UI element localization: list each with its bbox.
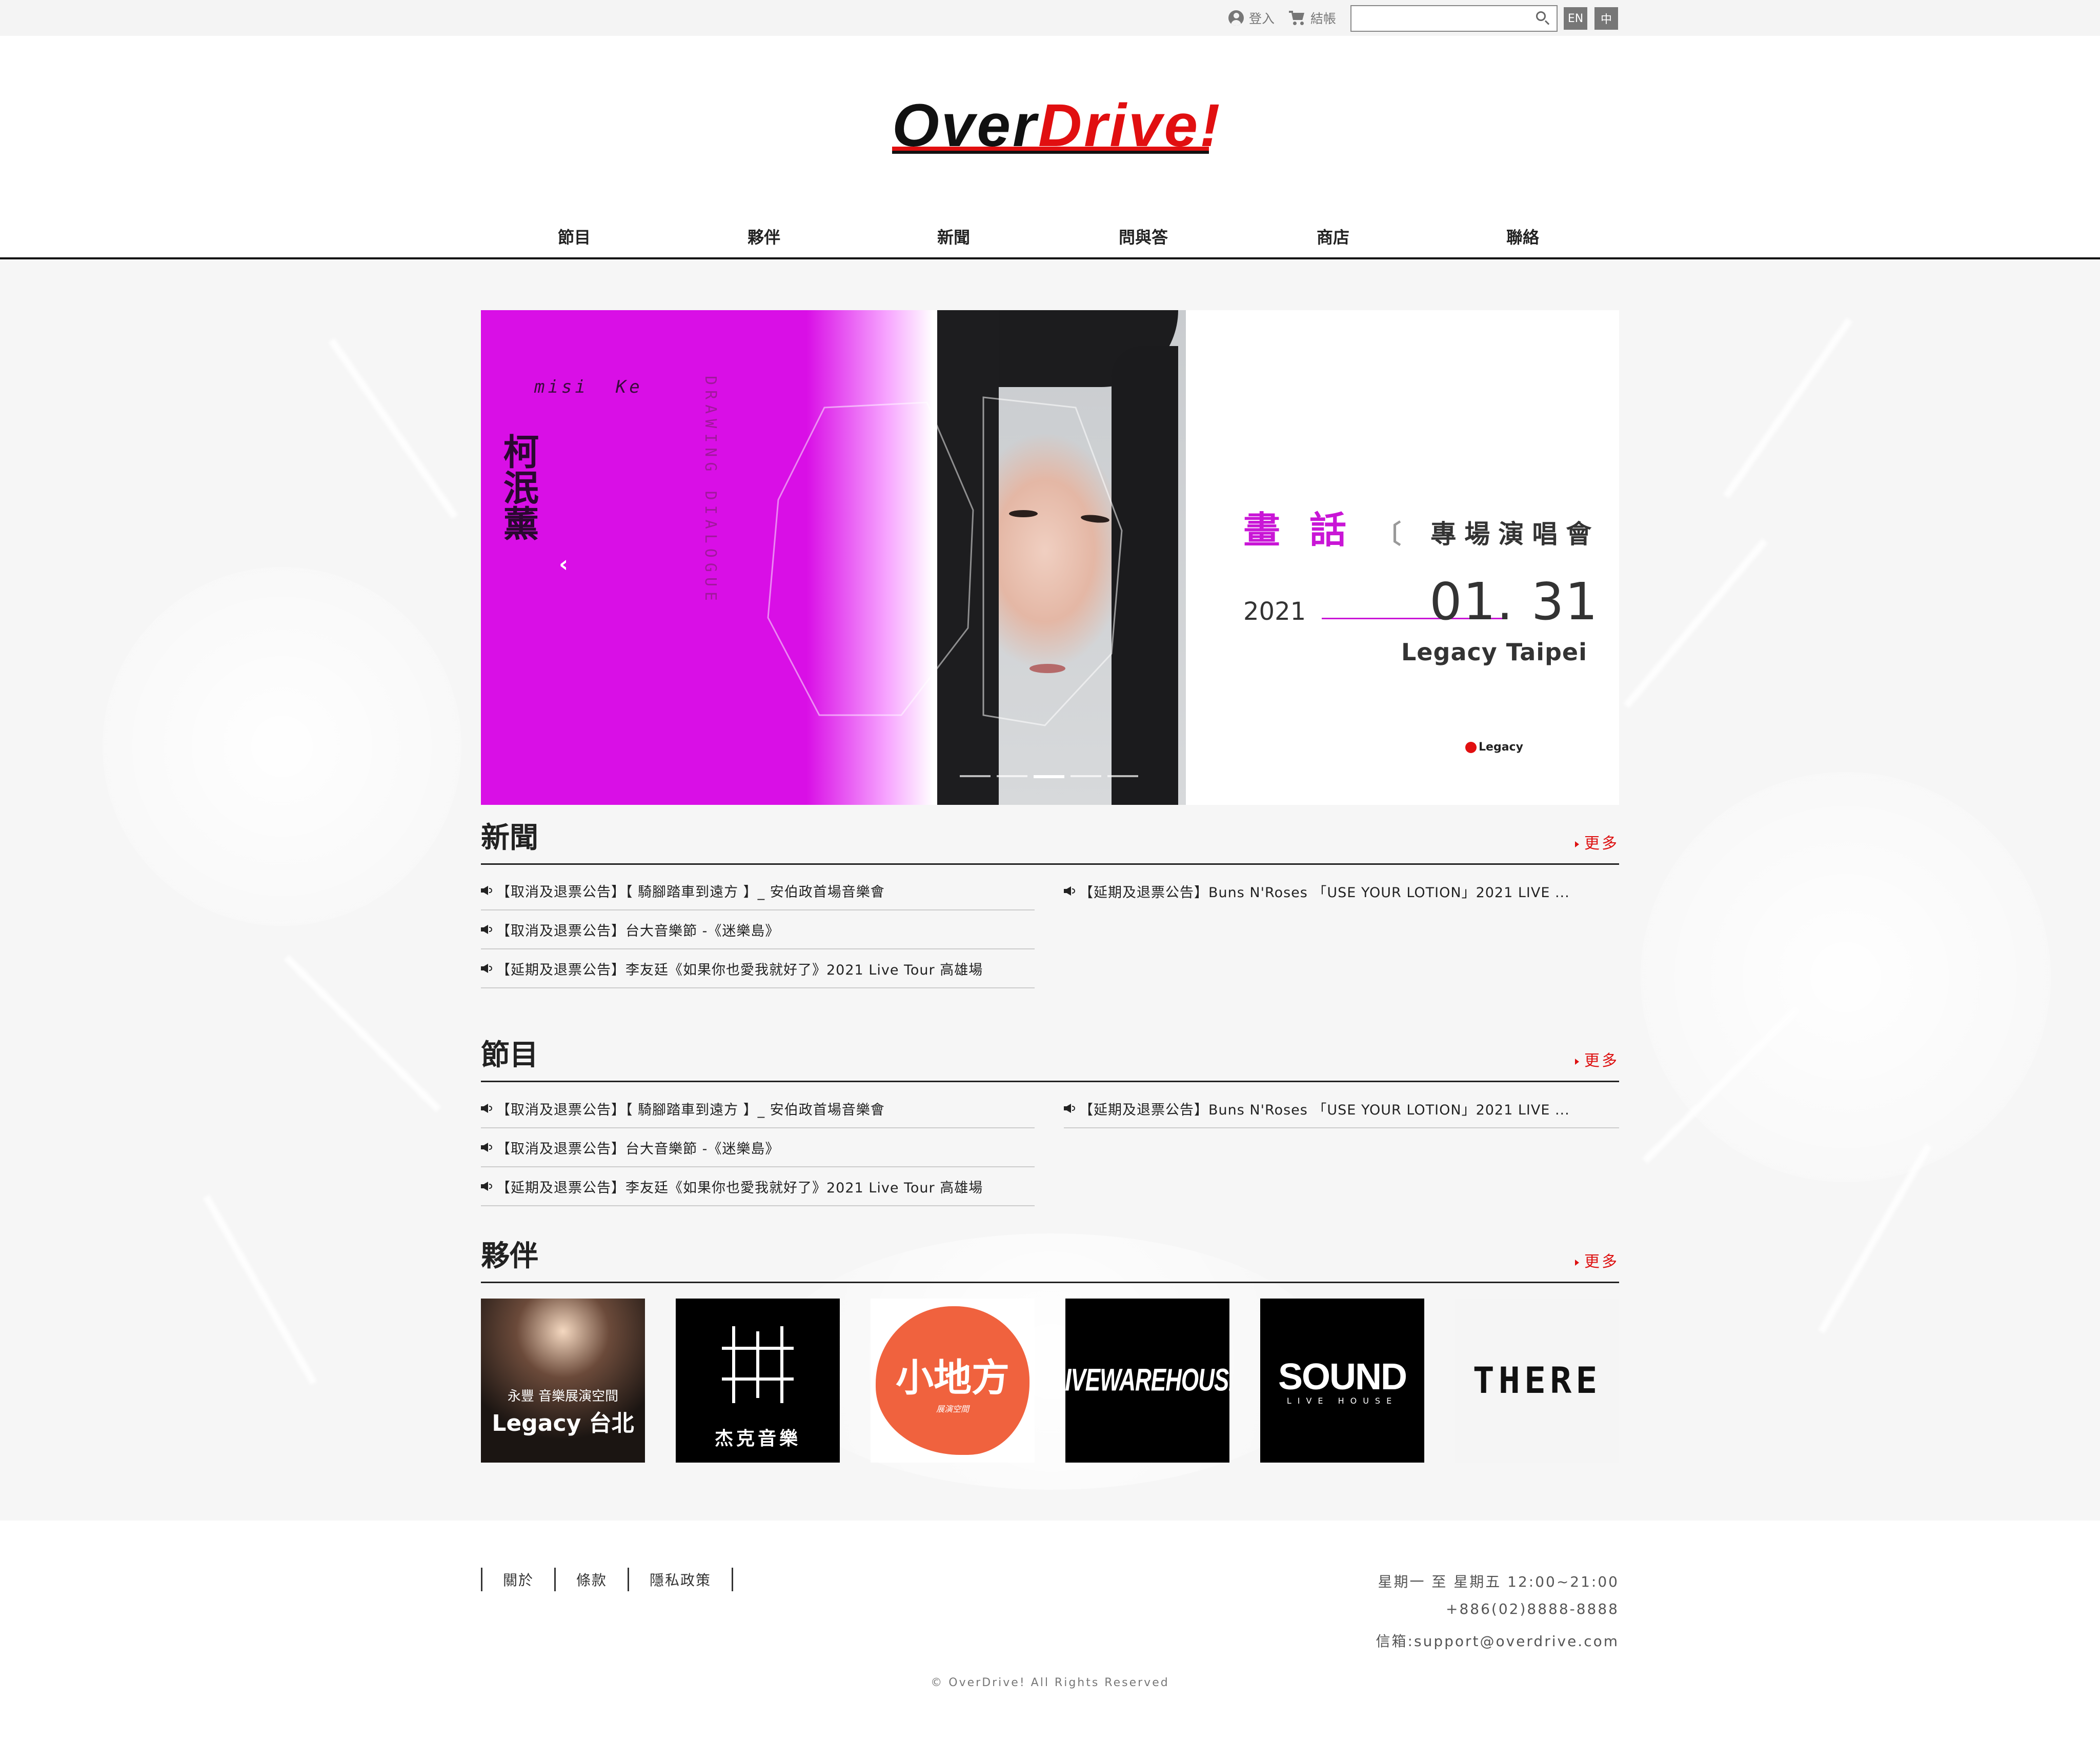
artist-name-zh: 柯泯薰 — [497, 433, 568, 541]
partners-section-header: 夥伴 更多 — [481, 1237, 1619, 1283]
nav-news[interactable]: 新聞 — [902, 225, 1005, 248]
programs-section-title: 節目 — [481, 1039, 538, 1072]
program-item[interactable]: 【延期及退票公告】Buns N'Roses 「USE YOUR LOTION」2… — [1064, 1089, 1619, 1128]
programs-more-link[interactable]: 更多 — [1575, 1048, 1619, 1070]
concert-venue: Legacy Taipei — [1401, 638, 1587, 666]
footer-divider — [732, 1568, 734, 1591]
concert-title-main: 畫 話 — [1243, 509, 1355, 552]
partner-legacy[interactable]: 永豐 音樂展演空間 Legacy 台北 — [481, 1299, 645, 1463]
nav-faq[interactable]: 問與答 — [1092, 225, 1195, 248]
login-label: 登入 — [1249, 11, 1275, 26]
checkout-link[interactable]: 結帳 — [1289, 0, 1336, 36]
lang-en-button[interactable]: EN — [1564, 7, 1587, 30]
arrow-right-icon — [1575, 1058, 1579, 1065]
news-item[interactable]: 【取消及退票公告】【 騎腳踏車到遠方 】_ 安伯政首場音樂會 — [481, 872, 1035, 910]
program-item[interactable]: 【延期及退票公告】李友廷《如果你也愛我就好了》2021 Live Tour 高雄… — [481, 1167, 1035, 1206]
footer-links: 關於 條款 隱私政策 — [481, 1568, 734, 1591]
arrow-right-icon — [1575, 841, 1579, 847]
news-more-link[interactable]: 更多 — [1575, 830, 1619, 853]
concert-year: 2021 — [1243, 597, 1306, 626]
nav-partners[interactable]: 夥伴 — [713, 225, 815, 248]
copyright: © OverDrive! All Rights Reserved — [931, 1676, 1169, 1689]
checkout-label: 結帳 — [1310, 11, 1337, 26]
concert-date: 01. 31 — [1429, 572, 1599, 632]
news-item[interactable]: 【取消及退票公告】台大音樂節 -《迷樂島》 — [481, 910, 1035, 949]
search-input[interactable] — [1351, 6, 1526, 31]
speaker-icon — [1064, 1103, 1076, 1114]
main-nav: 節目 夥伴 新聞 問與答 商店 聯絡 — [0, 215, 2100, 259]
concert-title-sub: 專場演唱會 — [1430, 519, 1600, 549]
octagon-outline-right — [982, 396, 1123, 726]
footer-link-about[interactable]: 關於 — [482, 1569, 554, 1590]
speaker-icon — [481, 1181, 493, 1192]
artist-name-en: misi Ke — [534, 377, 643, 397]
carousel-dots — [960, 775, 1138, 778]
contact-phone: +886(02)8888-8888 — [1446, 1600, 1619, 1617]
partner-xiaodifang[interactable]: 小地方 展演空間 — [871, 1299, 1035, 1463]
news-section-header: 新聞 更多 — [481, 819, 1619, 865]
logo-underline-black — [892, 151, 1209, 154]
carousel-dot[interactable] — [1071, 775, 1101, 777]
speaker-icon — [1064, 885, 1076, 897]
carousel-dot[interactable] — [997, 775, 1027, 777]
speaker-icon — [481, 1142, 493, 1153]
program-item[interactable]: 【取消及退票公告】台大音樂節 -《迷樂島》 — [481, 1128, 1035, 1167]
arrow-right-icon — [1575, 1259, 1579, 1266]
partner-jack-music[interactable]: 杰克音樂 — [676, 1299, 840, 1463]
sponsor-name: Legacy — [1479, 741, 1523, 754]
hero-banner[interactable]: misi Ke 柯泯薰 DRAWING DIALOGUE 畫 話 〔 專場演唱會… — [481, 310, 1619, 805]
octagon-outline-left — [767, 401, 974, 716]
concert-title: 畫 話 〔 專場演唱會 — [1243, 509, 1600, 552]
news-item[interactable]: 【延期及退票公告】李友廷《如果你也愛我就好了》2021 Live Tour 高雄… — [481, 949, 1035, 988]
footer-link-terms[interactable]: 條款 — [556, 1569, 628, 1590]
logo-underline-red — [892, 147, 1209, 151]
nav-contact[interactable]: 聯絡 — [1471, 225, 1574, 248]
search-box — [1350, 5, 1558, 32]
concert-subtitle-vertical: DRAWING DIALOGUE — [701, 376, 719, 606]
partners-section-title: 夥伴 — [481, 1240, 538, 1273]
speaker-icon — [481, 1103, 493, 1114]
partner-livewarehouse[interactable]: LIVEWAREHOUSE — [1065, 1299, 1229, 1463]
carousel-dot[interactable] — [1107, 775, 1138, 777]
cart-icon — [1289, 11, 1305, 25]
sponsor-logos: Legacy — [1465, 741, 1523, 754]
banner-prev-arrow[interactable]: ‹ — [559, 551, 568, 577]
top-utility-bar: 登入 結帳 EN 中 — [0, 0, 2100, 36]
programs-section-header: 節目 更多 — [481, 1036, 1619, 1082]
jack-music-logo-icon — [722, 1326, 794, 1403]
partners-more-link[interactable]: 更多 — [1575, 1249, 1619, 1271]
nav-programs[interactable]: 節目 — [523, 225, 625, 248]
speaker-icon — [481, 885, 493, 896]
nav-shop[interactable]: 商店 — [1282, 225, 1384, 248]
carousel-dot[interactable] — [960, 775, 991, 777]
login-link[interactable]: 登入 — [1228, 0, 1275, 36]
speaker-icon — [481, 963, 493, 974]
news-item[interactable]: 【延期及退票公告】Buns N'Roses 「USE YOUR LOTION」2… — [1064, 872, 1619, 910]
partner-there[interactable]: THERE — [1455, 1299, 1619, 1463]
partner-sound-livehouse[interactable]: SOUND LIVE HOUSE — [1260, 1299, 1424, 1463]
business-hours: 星期一 至 星期五 12:00~21:00 — [1378, 1573, 1619, 1590]
sponsor-logo-icon — [1465, 742, 1477, 753]
user-icon — [1228, 10, 1244, 26]
program-item[interactable]: 【取消及退票公告】【 騎腳踏車到遠方 】_ 安伯政首場音樂會 — [481, 1089, 1035, 1128]
speaker-icon — [481, 924, 493, 935]
xiaodifang-logo: 小地方 展演空間 — [876, 1306, 1029, 1455]
search-icon[interactable] — [1536, 11, 1550, 25]
contact-email[interactable]: 信箱:support@overdrive.com — [1376, 1630, 1619, 1651]
lang-zh-button[interactable]: 中 — [1594, 7, 1618, 30]
footer-link-privacy[interactable]: 隱私政策 — [629, 1569, 732, 1590]
news-section-title: 新聞 — [481, 821, 538, 855]
carousel-dot-active[interactable] — [1034, 775, 1064, 778]
